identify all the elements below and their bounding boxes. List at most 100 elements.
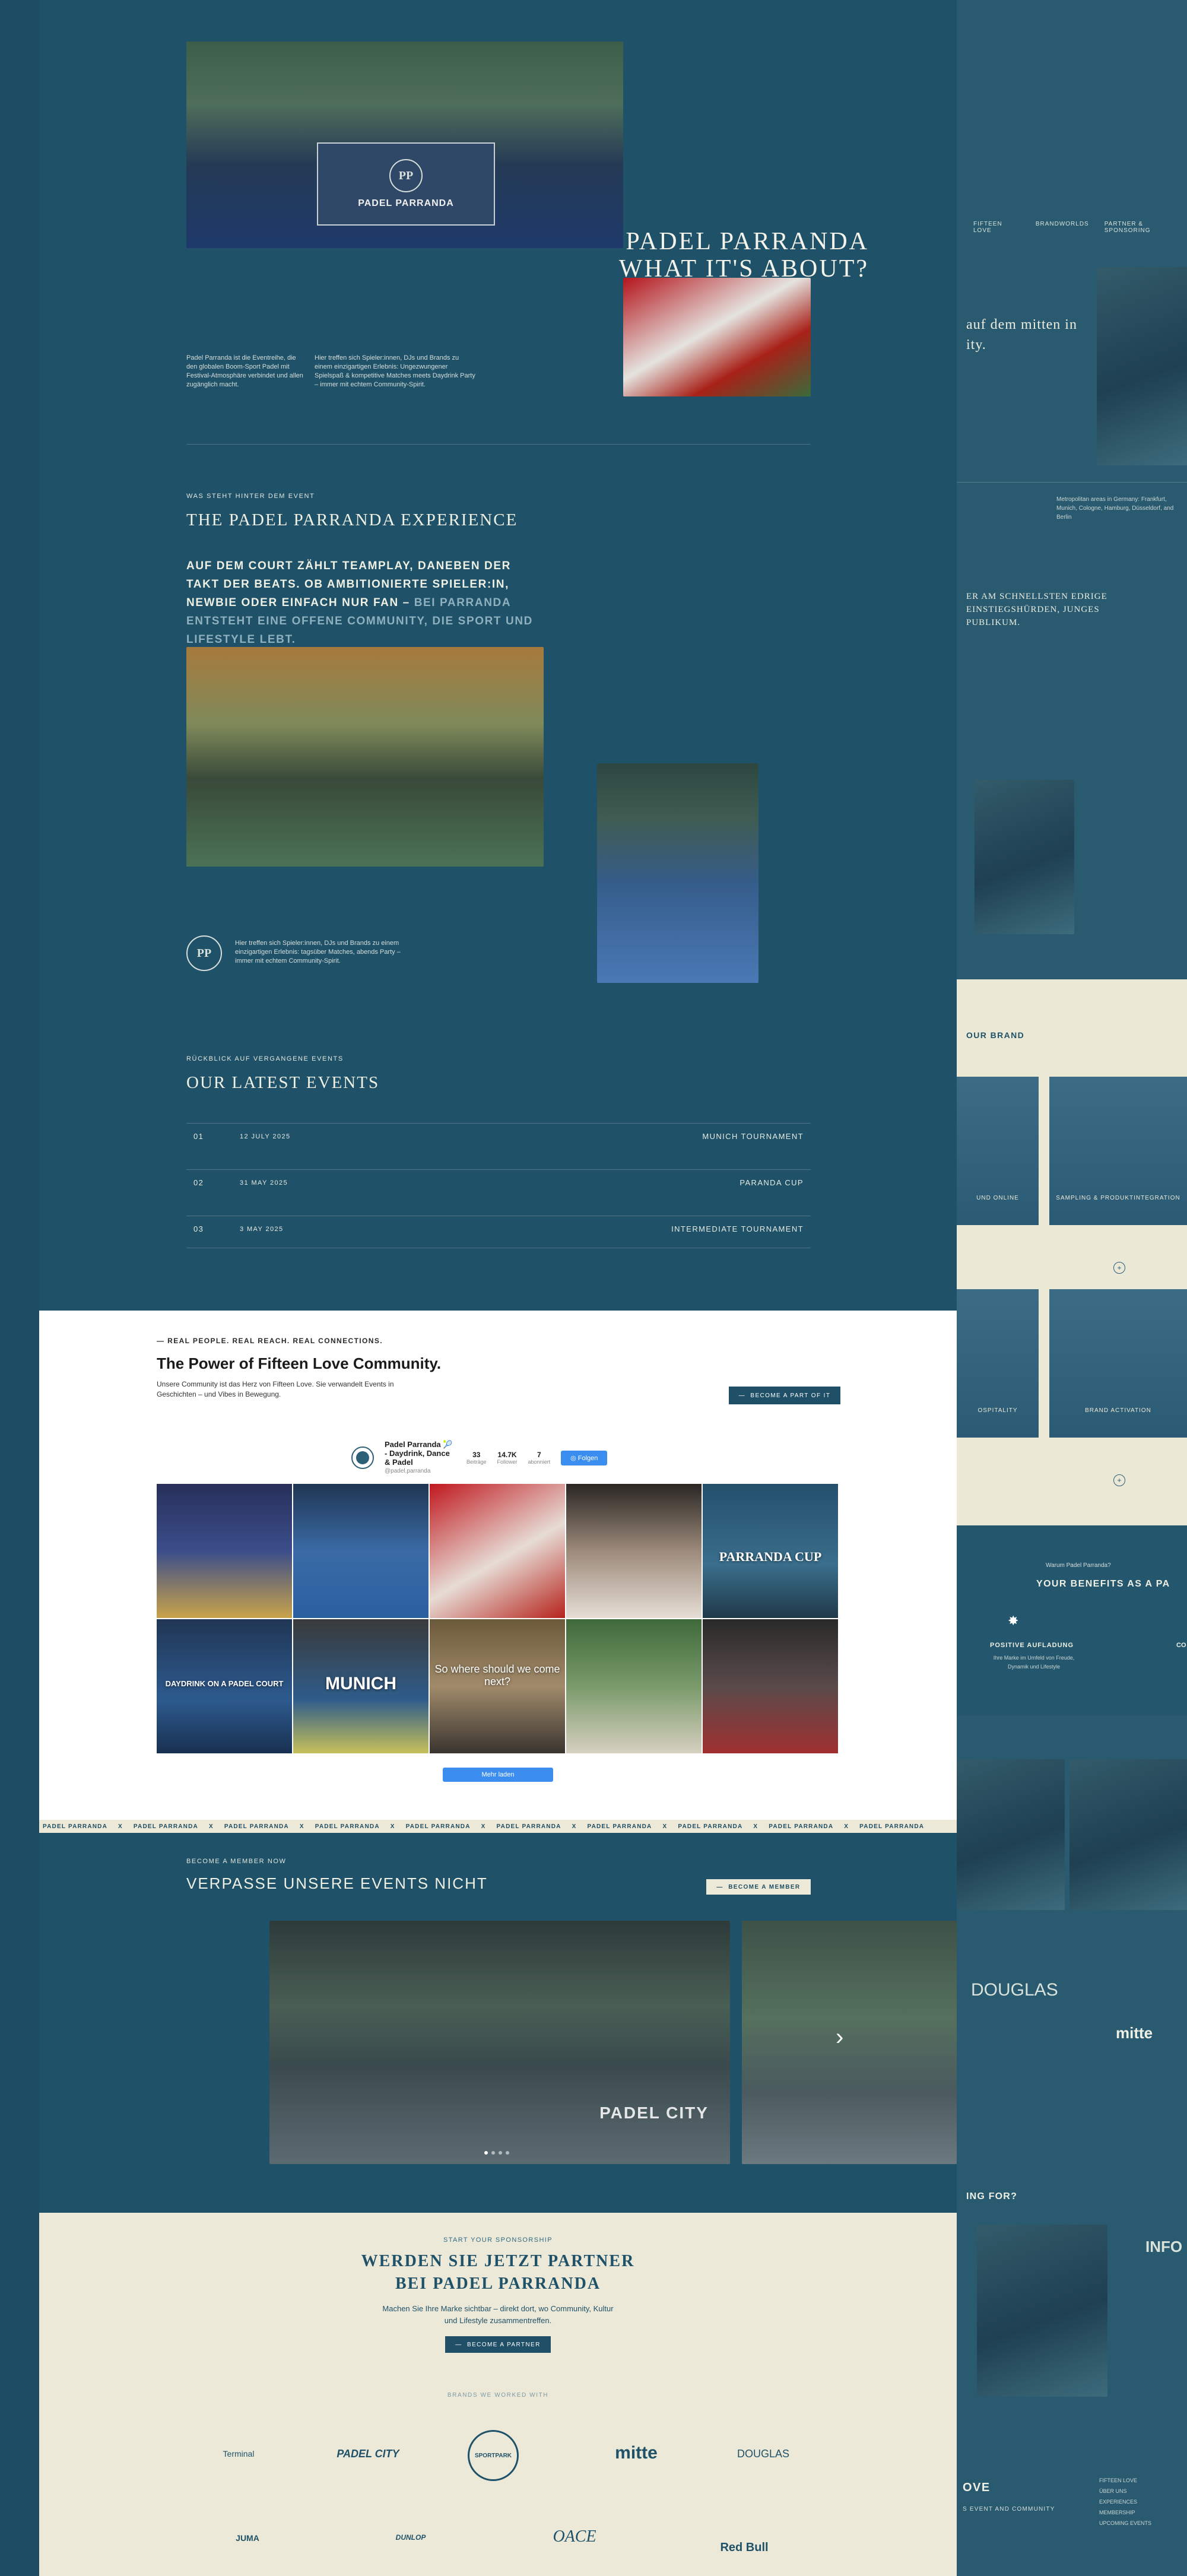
marquee-item: PADEL PARRANDA (133, 1823, 198, 1830)
ghost-photo (1069, 1759, 1187, 1910)
section-divider (186, 444, 811, 445)
community-eyebrow-text: REAL PEOPLE. REAL REACH. REAL CONNECTION… (167, 1337, 383, 1345)
marquee-item: PADEL PARRANDA (224, 1823, 289, 1830)
ghost-info: INFO (1145, 2238, 1183, 2255)
main-page: PP PADEL PARRANDA PADEL PARRANDA WHAT IT… (39, 0, 957, 2576)
post-caption: MUNICH (325, 1674, 396, 1693)
posts-count: 33 (472, 1451, 481, 1459)
padel-city-logo: PADEL CITY (337, 2447, 399, 2460)
ghost-tile: OSPITALITY (957, 1289, 1039, 1438)
posts-stat: 33 Beiträge (466, 1451, 487, 1465)
experience-eyebrow: WAS STEHT HINTER DEM EVENT (186, 493, 315, 500)
mitte-logo: mitte (615, 2443, 658, 2463)
event-name: PARANDA CUP (740, 1178, 804, 1187)
community-title: The Power of Fifteen Love Community. (157, 1354, 442, 1372)
ghost-cities: Metropolitan areas in Germany: Frankfurt… (1056, 496, 1174, 521)
marquee-item: PADEL PARRANDA (405, 1823, 471, 1830)
ghost-benefit-title: CO (1176, 1642, 1186, 1649)
experience-group-photo (186, 647, 544, 867)
brands-worked-with-label: BRANDS WE WORKED WITH (447, 2392, 549, 2399)
ghost-footer-title: OVE (963, 2481, 991, 2494)
juma-logo: JUMA (236, 2533, 259, 2543)
become-partner-button[interactable]: — BECOME A PARTNER (445, 2336, 551, 2353)
event-number: 02 (193, 1178, 204, 1187)
chevron-right-icon[interactable]: › (836, 2024, 843, 2051)
event-row[interactable]: 02 31 MAY 2025 PARANDA CUP (186, 1169, 811, 1195)
instagram-post[interactable]: PARRANDA CUP (703, 1484, 838, 1618)
ghost-nav: FIFTEEN LOVE BRANDWORLDS PARTNER & SPONS… (973, 221, 1187, 234)
ghost-benefit-text: Ihre Marke im Umfeld von Freude, Dynamik… (993, 1655, 1075, 1670)
post-caption: DAYDRINK ON A PADEL COURT (165, 1679, 284, 1688)
instagram-post[interactable] (157, 1484, 292, 1618)
marquee-item: X (481, 1823, 486, 1830)
seal-caption: Hier treffen sich Spieler:innen, DJs und… (235, 940, 401, 965)
member-slide-photo: PADEL CITY (269, 1921, 730, 2164)
become-member-label: BECOME A MEMBER (728, 1883, 801, 1890)
hero-text-right: Hier treffen sich Spieler:innen, DJs und… (315, 354, 475, 388)
ghost-nav-item: FIFTEEN LOVE (973, 221, 1002, 234)
ghost-tile: SAMPLING & PRODUKTINTEGRATION (1049, 1077, 1187, 1225)
ghost-nav-item: BRANDWORLDS (1035, 221, 1089, 227)
event-name: MUNICH TOURNAMENT (702, 1132, 804, 1141)
instagram-post[interactable] (566, 1619, 702, 1753)
marquee-item: X (118, 1823, 123, 1830)
load-more-button[interactable]: Mehr laden (443, 1768, 553, 1782)
following-label: abonniert (528, 1459, 551, 1465)
ghost-divider (957, 482, 1187, 483)
instagram-post[interactable] (566, 1484, 702, 1618)
become-partner-label: BECOME A PARTNER (467, 2341, 541, 2348)
followers-count: 14.7K (497, 1451, 517, 1459)
experience-title: THE PADEL PARRANDA EXPERIENCE (186, 510, 518, 529)
banner-text: PADEL PARRANDA (358, 198, 454, 208)
ghost-heading: auf dem mitten in ity. (966, 317, 1077, 353)
community-eyebrow: — REAL PEOPLE. REAL REACH. REAL CONNECTI… (157, 1337, 383, 1345)
instagram-post[interactable]: So where should we come next? (430, 1619, 565, 1753)
instagram-profile: Padel Parranda 🎾 - Daydrink, Dance & Pad… (351, 1440, 696, 1476)
marquee-band: PADEL PARRANDA X PADEL PARRANDA X PADEL PARR… (39, 1820, 957, 1833)
sponsor-title-line: WERDEN SIE JETZT PARTNER (361, 2252, 635, 2270)
become-member-button[interactable]: — BECOME A MEMBER (706, 1879, 811, 1895)
instagram-post[interactable] (293, 1484, 429, 1618)
dash-icon: — (738, 1392, 751, 1399)
ghost-photo (977, 2225, 1107, 2397)
douglas-logo: DOUGLAS (737, 2447, 790, 2460)
hero-party-photo (623, 278, 811, 396)
become-part-button[interactable]: — BECOME A PART OF IT (729, 1387, 840, 1404)
profile-name-text: Padel Parranda 🎾 - Daydrink, Dance & Pad… (385, 1440, 453, 1467)
hero-banner: PP PADEL PARRANDA (317, 142, 495, 226)
instagram-post[interactable] (703, 1619, 838, 1753)
plus-icon: + (1113, 1262, 1125, 1274)
ghost-photo (957, 1759, 1065, 1910)
hero-title: PADEL PARRANDA WHAT IT'S ABOUT? (483, 228, 869, 283)
profile-name: Padel Parranda 🎾 - Daydrink, Dance & Pad… (385, 1440, 456, 1476)
event-row[interactable]: 01 12 JULY 2025 MUNICH TOURNAMENT (186, 1123, 811, 1149)
ghost-benefits-title: YOUR BENEFITS AS A PA (1036, 1579, 1170, 1589)
experience-player-photo (597, 763, 758, 983)
post-caption: So where should we come next? (434, 1663, 560, 1687)
ghost-benefit-title: POSITIVE AUFLADUNG (990, 1642, 1074, 1649)
community-desc: Unsere Community ist das Herz von Fiftee… (157, 1380, 394, 1398)
become-part-label: BECOME A PART OF IT (750, 1392, 831, 1399)
carousel-dots[interactable] (484, 2151, 509, 2155)
event-number: 01 (193, 1132, 204, 1141)
follow-label: Folgen (577, 1454, 598, 1462)
marquee-item: PADEL PARRANDA (859, 1823, 925, 1830)
instagram-icon: ◎ (570, 1454, 578, 1462)
slide-caption: PADEL CITY (599, 2104, 709, 2122)
ghost-footer-link: ÜBER UNS (1099, 2488, 1127, 2494)
sportpark-logo: SPORTPARK (468, 2430, 519, 2481)
events-eyebrow: RÜCKBLICK AUF VERGANGENE EVENTS (186, 1055, 344, 1062)
event-row[interactable]: 03 3 MAY 2025 INTERMEDIATE TOURNAMENT (186, 1216, 811, 1242)
instagram-post[interactable]: DAYDRINK ON A PADEL COURT (157, 1619, 292, 1753)
event-number: 03 (193, 1224, 204, 1233)
following-count: 7 (537, 1451, 541, 1459)
instagram-post[interactable] (430, 1484, 565, 1618)
marquee-item: PADEL PARRANDA (315, 1823, 380, 1830)
plus-icon: + (1113, 1474, 1125, 1486)
event-date: 12 JULY 2025 (240, 1132, 291, 1140)
hero-title-line: PADEL PARRANDA (626, 228, 869, 255)
instagram-grid: PARRANDA CUP DAYDRINK ON A PADEL COURT M… (157, 1484, 839, 1753)
instagram-post[interactable]: MUNICH (293, 1619, 429, 1753)
follow-button[interactable]: ◎ Folgen (561, 1450, 608, 1465)
event-name: INTERMEDIATE TOURNAMENT (671, 1224, 804, 1233)
